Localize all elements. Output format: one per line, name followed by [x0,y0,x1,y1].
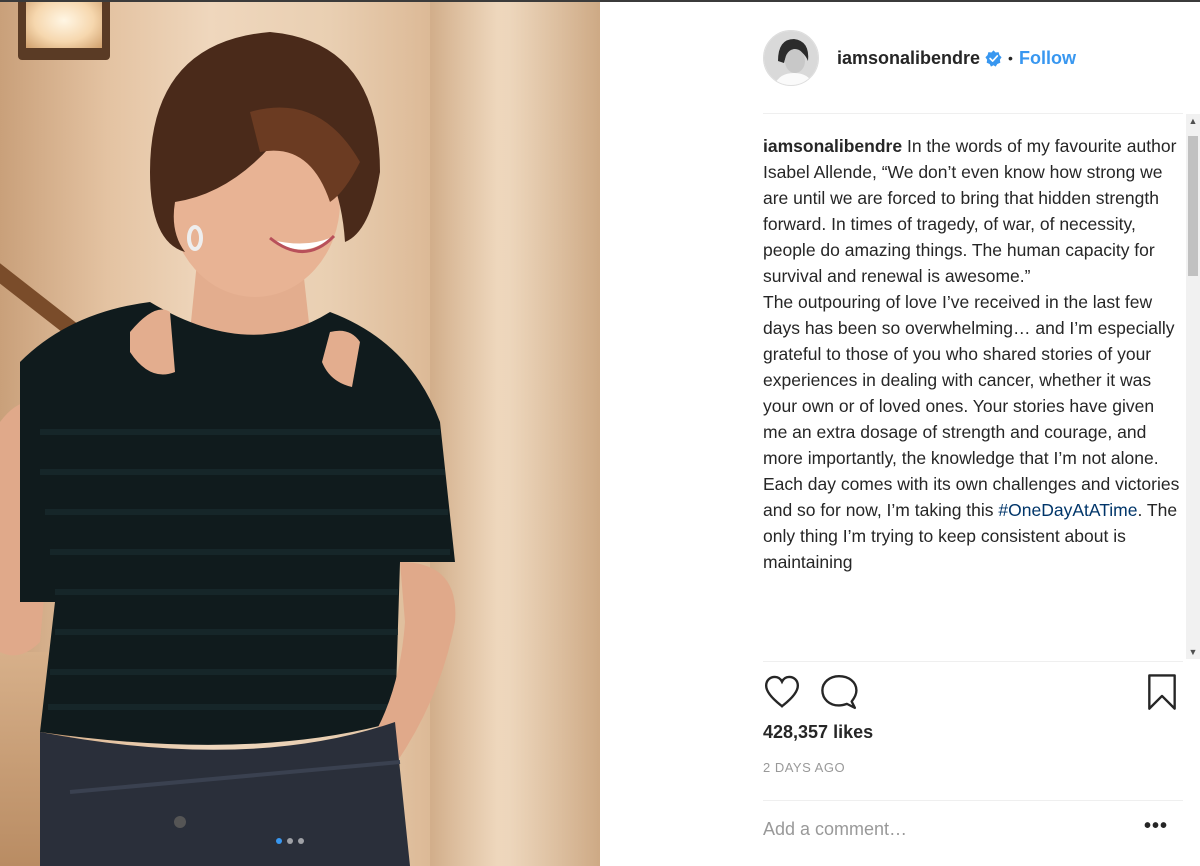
caption-text: The outpouring of love I’ve received in … [763,292,1175,468]
carousel-dot[interactable] [298,838,304,844]
caption-text: In the words of my favourite author Isab… [763,136,1177,286]
woman-figure [0,32,456,866]
caption-paragraph: Each day comes with its own challenges a… [763,471,1183,575]
post-timestamp[interactable]: 2 DAYS AGO [763,760,845,775]
carousel-indicator [276,838,304,844]
carousel-dot[interactable] [287,838,293,844]
verified-badge-icon [985,49,1002,67]
scroll-down-arrow-icon[interactable]: ▼ [1186,645,1200,659]
comment-divider [763,800,1183,801]
author-avatar[interactable] [763,30,819,86]
add-comment-input[interactable] [763,812,1133,846]
post-header: iamsonalibendre • Follow [763,28,1076,88]
scrollbar-thumb[interactable] [1188,136,1198,276]
comment-icon[interactable] [820,673,858,711]
caption-scrollbar[interactable]: ▲ ▼ [1186,114,1200,659]
post-details-panel: iamsonalibendre • Follow iamsonalibendre… [601,2,1200,866]
hashtag-link[interactable]: #OneDayAtATime [998,500,1137,520]
carousel-dot-active[interactable] [276,838,282,844]
post-photo[interactable] [0,2,600,866]
post-actions [763,673,1183,713]
post-caption: iamsonalibendre In the words of my favou… [763,133,1183,658]
caption-username[interactable]: iamsonalibendre [763,136,902,156]
caption-paragraph: iamsonalibendre In the words of my favou… [763,133,1183,289]
author-username[interactable]: iamsonalibendre [837,48,980,69]
header-divider [763,113,1183,114]
header-separator: • [1008,50,1013,66]
more-options-button[interactable]: ••• [1141,814,1171,844]
follow-button[interactable]: Follow [1019,48,1076,69]
bookmark-icon[interactable] [1143,673,1181,711]
likes-count[interactable]: 428,357 likes [763,722,873,743]
heart-icon[interactable] [763,673,801,711]
actions-divider [763,661,1183,662]
scroll-up-arrow-icon[interactable]: ▲ [1186,114,1200,128]
